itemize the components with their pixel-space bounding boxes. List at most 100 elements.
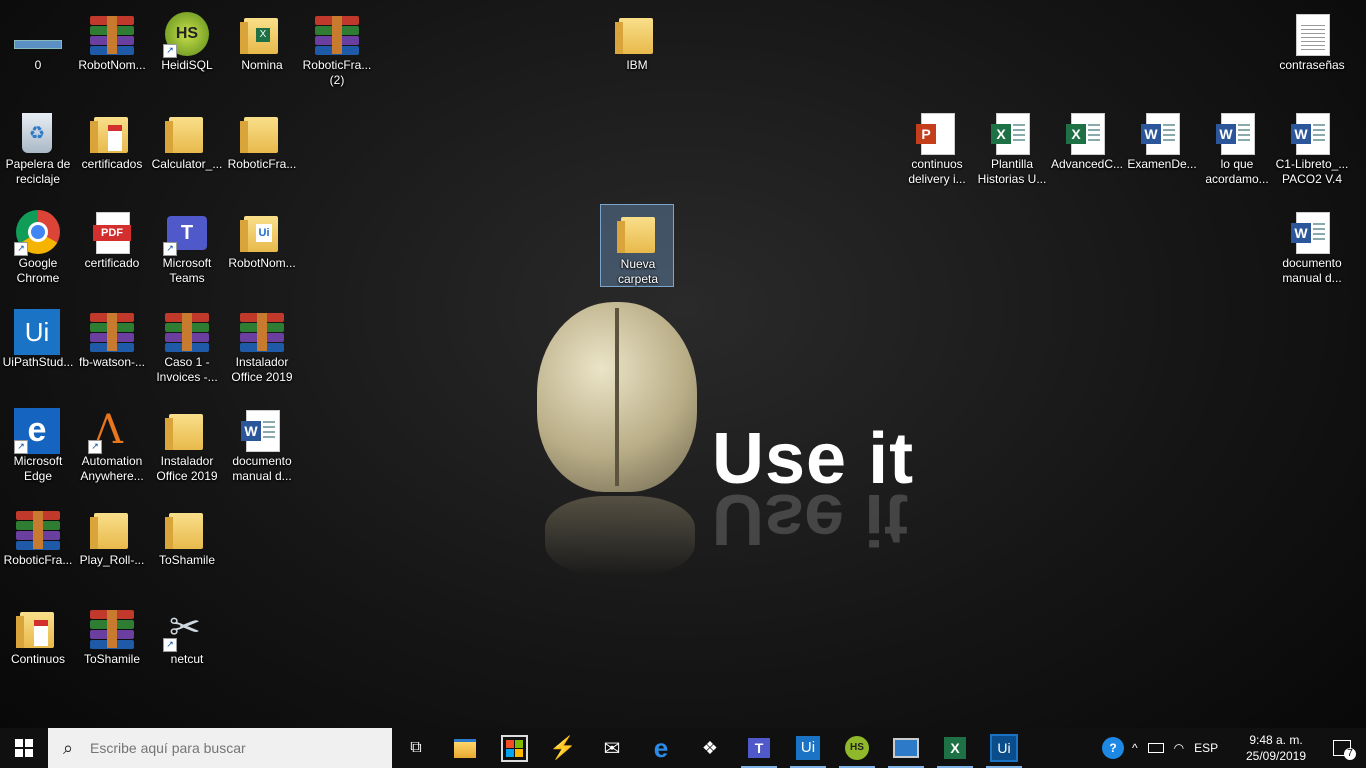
taskbar-mail[interactable]: ✉ (588, 728, 636, 768)
taskbar-power-automate[interactable]: ⚡ (539, 728, 587, 768)
taskbar-dropbox[interactable]: ❖ (686, 728, 734, 768)
desktop-icon-recycle-bin[interactable]: ♻ Papelera de reciclaje (0, 105, 76, 199)
taskbar-excel[interactable]: X (931, 728, 979, 768)
desktop-icon-certificados[interactable]: certificados (74, 105, 150, 199)
icon-label: Google Chrome (16, 256, 60, 285)
taskbar-heidisql[interactable]: HS (833, 728, 881, 768)
icon-label: C1-Libreto_... PACO2 V.4 (1275, 157, 1349, 186)
desktop-icon-contrasenas[interactable]: contraseñas (1274, 6, 1350, 100)
icon-label: continuos delivery i... (908, 157, 966, 186)
uipath-icon: Ui (796, 736, 820, 760)
desktop-icon-microsoft-edge[interactable]: e ↗ Microsoft Edge (0, 402, 76, 496)
desktop-icon-documento-manual-right[interactable]: W documento manual d... (1274, 204, 1350, 298)
file-explorer-icon (454, 738, 476, 758)
desktop-icon-robotnom-folder[interactable]: Ui RobotNom... (224, 204, 300, 298)
word-icon: W (1213, 111, 1261, 157)
icon-label: fb-watson-... (78, 355, 146, 369)
desktop[interactable]: Use it Use it 0 RobotNom... HS ↗ HeidiSQL… (0, 0, 1366, 728)
desktop-icon-play-roll[interactable]: Play_Roll-... (74, 501, 150, 595)
desktop-icon-roboticfra-folder[interactable]: RoboticFra... (224, 105, 300, 199)
icon-label: certificados (81, 157, 143, 171)
desktop-icon-examende[interactable]: W ExamenDe... (1124, 105, 1200, 199)
desktop-icon-heidisql[interactable]: HS ↗ HeidiSQL (149, 6, 225, 100)
desktop-icon-c1-libreto[interactable]: W C1-Libreto_... PACO2 V.4 (1274, 105, 1350, 199)
icon-label: documento manual d... (1282, 256, 1342, 285)
icon-label: HeidiSQL (161, 58, 213, 72)
desktop-icon-fb-watson[interactable]: fb-watson-... (74, 303, 150, 397)
taskbar-file-explorer[interactable] (441, 728, 489, 768)
desktop-icon-certificado-pdf[interactable]: PDF certificado (74, 204, 150, 298)
desktop-icon-0[interactable]: 0 (0, 6, 76, 100)
edge-icon: e (653, 732, 669, 763)
wifi-icon[interactable]: ◠ (1174, 741, 1184, 755)
desktop-icon-microsoft-teams[interactable]: T ↗ Microsoft Teams (149, 204, 225, 298)
pdf-icon: PDF (88, 210, 136, 256)
word-icon: W (238, 408, 286, 454)
desktop-icon-advancedc[interactable]: X AdvancedC... (1049, 105, 1125, 199)
clock[interactable]: 9:48 a. m. 25/09/2019 (1238, 732, 1314, 764)
uipath-studio-icon: Ui (990, 734, 1018, 762)
chevron-up-icon[interactable]: ^ (1132, 741, 1138, 755)
input-language[interactable]: ESP (1194, 741, 1218, 755)
icon-label: 0 (34, 58, 42, 72)
icon-label: Plantilla Historias U... (977, 157, 1047, 186)
notification-center-button[interactable]: 7 (1318, 728, 1366, 768)
desktop-icon-toshamile-rar[interactable]: ToShamile (74, 600, 150, 694)
desktop-icon-calculator[interactable]: Calculator_... (149, 105, 225, 199)
folder-icon (88, 507, 136, 553)
icon-label: AdvancedC... (1050, 157, 1124, 171)
heidisql-icon: HS ↗ (163, 12, 211, 58)
desktop-icon-instalador-office-folder[interactable]: Instalador Office 2019 (149, 402, 225, 496)
icon-label: netcut (170, 652, 204, 666)
icon-label: Microsoft Teams (162, 256, 212, 285)
chrome-icon: ↗ (14, 210, 62, 256)
taskbar-uipath[interactable]: Ui (784, 728, 832, 768)
taskbar-edge[interactable]: e (637, 728, 685, 768)
desktop-icon-robotnom-rar[interactable]: RobotNom... (74, 6, 150, 100)
desktop-icon-google-chrome[interactable]: ↗ Google Chrome (0, 204, 76, 298)
desktop-icon-documento-manual-left[interactable]: W documento manual d... (224, 402, 300, 496)
search-icon: ⌕ (62, 737, 74, 758)
task-view-button[interactable]: ⧉ (392, 728, 440, 768)
desktop-icon-nueva-carpeta[interactable]: Nueva carpeta (600, 204, 674, 287)
search-input[interactable] (88, 739, 382, 757)
desktop-icon-continuos-delivery[interactable]: P continuos delivery i... (899, 105, 975, 199)
desktop-icon-automation-anywhere[interactable]: Λ ↗ Automation Anywhere... (74, 402, 150, 496)
icon-label: Instalador Office 2019 (231, 355, 293, 384)
desktop-icon-lo-que-acordamo[interactable]: W lo que acordamo... (1199, 105, 1275, 199)
word-icon: W (1288, 210, 1336, 256)
desktop-icon-caso-1-invoices[interactable]: Caso 1 - Invoices -... (149, 303, 225, 397)
desktop-icon-toshamile-folder[interactable]: ToShamile (149, 501, 225, 595)
folder-icon (238, 111, 286, 157)
taskbar-uipath-studio[interactable]: Ui (980, 728, 1028, 768)
battery-icon[interactable] (1147, 743, 1164, 753)
teams-icon: T (748, 738, 770, 758)
icon-label: RoboticFra... (227, 157, 297, 171)
clock-date: 25/09/2019 (1245, 749, 1307, 763)
taskbar-store[interactable] (490, 728, 538, 768)
excel-icon: X (944, 737, 966, 759)
taskbar-teams[interactable]: T (735, 728, 783, 768)
desktop-icon-plantilla-historias[interactable]: X Plantilla Historias U... (974, 105, 1050, 199)
icon-label: IBM (626, 58, 648, 72)
scissors-icon: ✂ ↗ (163, 606, 211, 652)
desktop-icon-roboticfra-rar[interactable]: RoboticFra... (0, 501, 76, 595)
desktop-icon-nomina[interactable]: X Nomina (224, 6, 300, 100)
desktop-icon-ibm[interactable]: IBM (599, 6, 675, 100)
help-icon[interactable]: ? (1102, 737, 1124, 759)
icon-label: Nueva carpeta (617, 257, 659, 286)
desktop-icon-uipath-studio[interactable]: Ui UiPathStud... (0, 303, 76, 397)
taskbar-search-box[interactable]: ⌕ (48, 728, 392, 768)
folder-icon (163, 507, 211, 553)
heidisql-icon: HS (845, 736, 869, 760)
icon-label: UiPathStud... (2, 355, 74, 369)
uipath-folder-icon: Ui (238, 210, 286, 256)
desktop-icon-continuos[interactable]: Continuos (0, 600, 76, 694)
start-button[interactable] (0, 728, 48, 768)
desktop-icon-instalador-office-rar[interactable]: Instalador Office 2019 (224, 303, 300, 397)
desktop-icon-netcut[interactable]: ✂ ↗ netcut (149, 600, 225, 694)
taskbar-remote-desktop[interactable] (882, 728, 930, 768)
winrar-archive-icon (238, 309, 286, 355)
desktop-icon-roboticfra-2[interactable]: RoboticFra... (2) (299, 6, 375, 100)
icon-label: Microsoft Edge (13, 454, 63, 483)
